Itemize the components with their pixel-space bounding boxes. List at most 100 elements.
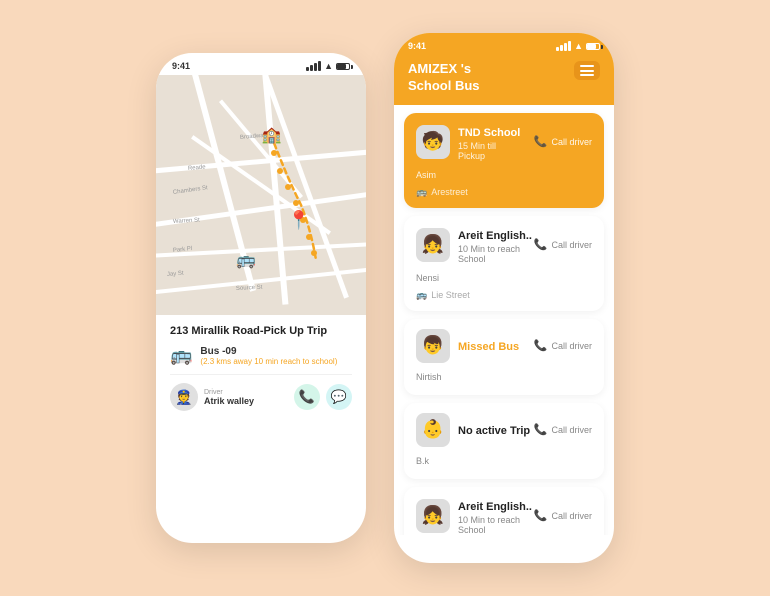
left-time: 9:41 <box>172 61 190 71</box>
road-label-reade: Reade <box>187 165 205 173</box>
map-grid: Broadway Reade Chambers St Warren St Par… <box>156 75 366 315</box>
student-name-3: B.k <box>416 456 429 466</box>
card-row-4: 👧 Areit English.. 10 Min to reachSchool … <box>416 497 592 535</box>
card-call-3[interactable]: 📞 Call driver <box>534 423 592 436</box>
bottom-panel: 213 Mirallik Road-Pick Up Trip 🚌 Bus -09… <box>156 315 366 421</box>
card-info-0: TND School 15 Min tillPickup <box>458 123 520 161</box>
trip-card-1[interactable]: 👧 Areit English.. 10 Min to reachSchool … <box>404 216 604 311</box>
call-label-1: Call driver <box>551 240 592 250</box>
card-row-2: 👦 Missed Bus 📞 Call driver <box>416 329 592 363</box>
bus-street-icon-1: 🚌 <box>416 290 427 301</box>
r-sig-1 <box>556 47 559 51</box>
student-name-0: Asim <box>416 170 436 180</box>
card-student-3: B.k <box>416 451 592 469</box>
road-label-source: Source St <box>236 285 263 292</box>
menu-line-2 <box>580 70 594 72</box>
left-status-bar: 9:41 ▲ <box>156 53 366 75</box>
menu-line-3 <box>580 74 594 76</box>
card-name-2: Missed Bus <box>458 341 519 353</box>
trip-title: 213 Mirallik Road-Pick Up Trip <box>170 325 352 337</box>
road-label-chambers: Chambers St <box>172 185 208 196</box>
road-label-warren: Warren St <box>173 218 200 225</box>
card-name-0: TND School <box>458 127 520 139</box>
bus-street-icon-0: 🚌 <box>416 187 427 198</box>
phone-icon-0: 📞 <box>534 135 548 148</box>
phone-icon-2: 📞 <box>534 339 548 352</box>
card-info-4: Areit English.. 10 Min to reachSchool <box>458 497 532 535</box>
driver-info: 👮 Driver Atrik walley <box>170 383 254 411</box>
wifi-icon: ▲ <box>324 61 333 71</box>
student-avatar-1: 👧 <box>416 228 450 262</box>
left-status-icons: ▲ <box>306 61 350 71</box>
card-call-2[interactable]: 📞 Call driver <box>534 339 592 352</box>
menu-button[interactable] <box>574 61 600 80</box>
call-label-2: Call driver <box>551 341 592 351</box>
card-left-1: 👧 Areit English.. 10 Min to reachSchool <box>416 226 532 264</box>
phone-icon-1: 📞 <box>534 238 548 251</box>
r-sig-3 <box>564 43 567 51</box>
cards-list: 🧒 TND School 15 Min tillPickup 📞 Call dr… <box>394 105 614 535</box>
student-avatar-0: 🧒 <box>416 125 450 159</box>
card-sub2-0: Pickup <box>458 151 520 161</box>
card-call-4[interactable]: 📞 Call driver <box>534 509 592 522</box>
right-status-icons: ▲ <box>556 41 600 51</box>
signal-bar-2 <box>310 65 313 71</box>
driver-row: 👮 Driver Atrik walley 📞 💬 <box>170 374 352 411</box>
r-sig-4 <box>568 41 571 51</box>
call-label-0: Call driver <box>551 137 592 147</box>
chat-action-button[interactable]: 💬 <box>326 384 352 410</box>
right-phone-header: AMIZEX 's School Bus <box>394 51 614 105</box>
card-left-4: 👧 Areit English.. 10 Min to reachSchool <box>416 497 532 535</box>
student-name-2: Nirtish <box>416 372 442 382</box>
map-pin: 📍 <box>288 210 310 231</box>
card-info-1: Areit English.. 10 Min to reachSchool <box>458 226 532 264</box>
student-name-1: Nensi <box>416 273 439 283</box>
card-sub1-4: 10 Min to reach <box>458 515 532 525</box>
bus-emoji-icon: 🚌 <box>170 345 192 366</box>
driver-avatar: 👮 <box>170 383 198 411</box>
card-call-1[interactable]: 📞 Call driver <box>534 238 592 251</box>
phones-container: 9:41 ▲ <box>156 33 614 563</box>
right-phone: 9:41 ▲ AMIZEX 's School Bus <box>394 33 614 563</box>
call-label-3: Call driver <box>551 425 592 435</box>
card-name-4: Areit English.. <box>458 501 532 513</box>
bus-details: Bus -09 (2.3 kms away 10 min reach to sc… <box>200 346 337 366</box>
card-student-1: Nensi <box>416 268 592 286</box>
card-student-0: Asim <box>416 165 592 183</box>
map-area: Broadway Reade Chambers St Warren St Par… <box>156 75 366 315</box>
card-call-0[interactable]: 📞 Call driver <box>534 135 592 148</box>
r-sig-2 <box>560 45 563 51</box>
card-info-3: No active Trip <box>458 421 530 439</box>
trip-card-0[interactable]: 🧒 TND School 15 Min tillPickup 📞 Call dr… <box>404 113 604 208</box>
bus-name: Bus -09 <box>200 346 337 357</box>
card-row-0: 🧒 TND School 15 Min tillPickup 📞 Call dr… <box>416 123 592 161</box>
bus-info: 🚌 Bus -09 (2.3 kms away 10 min reach to … <box>170 345 352 366</box>
card-row-1: 👧 Areit English.. 10 Min to reachSchool … <box>416 226 592 264</box>
card-left-2: 👦 Missed Bus <box>416 329 519 363</box>
card-left-0: 🧒 TND School 15 Min tillPickup <box>416 123 520 161</box>
trip-card-3[interactable]: 👶 No active Trip 📞 Call driver B.k <box>404 403 604 479</box>
card-name-3: No active Trip <box>458 425 530 437</box>
right-wifi-icon: ▲ <box>574 41 583 51</box>
card-sub2-4: School <box>458 525 532 535</box>
driver-label: Driver <box>204 389 254 396</box>
driver-text: Driver Atrik walley <box>204 389 254 406</box>
card-student-2: Nirtish <box>416 367 592 385</box>
phone-icon-3: 📞 <box>534 423 548 436</box>
student-avatar-3: 👶 <box>416 413 450 447</box>
trip-card-4[interactable]: 👧 Areit English.. 10 Min to reachSchool … <box>404 487 604 535</box>
road-h4 <box>156 266 366 296</box>
card-sub1-0: 15 Min till <box>458 141 520 151</box>
student-avatar-2: 👦 <box>416 329 450 363</box>
phone-icon-4: 📞 <box>534 509 548 522</box>
right-status-bar: 9:41 ▲ <box>394 33 614 51</box>
bus-map-icon: 🚌 <box>236 250 256 270</box>
school-icon: 🏫 <box>262 125 282 145</box>
student-avatar-4: 👧 <box>416 499 450 533</box>
signal-bar-1 <box>306 67 309 71</box>
card-sub1-1: 10 Min to reach <box>458 244 532 254</box>
bus-subtitle: (2.3 kms away 10 min reach to school) <box>200 357 337 366</box>
trip-card-2[interactable]: 👦 Missed Bus 📞 Call driver Nirtish <box>404 319 604 395</box>
call-action-button[interactable]: 📞 <box>294 384 320 410</box>
road-label-jay: Jay St <box>166 270 183 277</box>
